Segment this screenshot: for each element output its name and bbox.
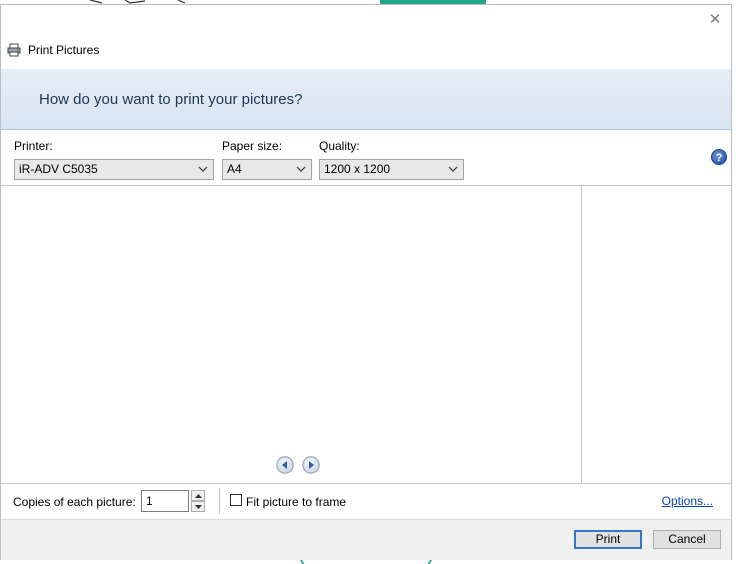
copies-label: Copies of each picture: xyxy=(13,495,136,509)
copies-input[interactable]: 1 xyxy=(141,490,189,512)
picture-preview-area xyxy=(1,186,581,483)
spin-down-icon xyxy=(195,505,202,509)
dialog-footer: Print Cancel xyxy=(1,519,731,560)
help-glyph: ? xyxy=(715,152,723,164)
fit-picture-label[interactable]: Fit picture to frame xyxy=(246,495,346,509)
cancel-button[interactable]: Cancel xyxy=(653,530,721,549)
spin-down-button[interactable] xyxy=(191,501,205,512)
title-bar: Print Pictures xyxy=(7,41,99,59)
divider xyxy=(219,488,220,514)
spin-up-icon xyxy=(195,494,202,498)
chevron-down-icon xyxy=(448,166,458,172)
chevron-down-icon xyxy=(296,166,306,172)
fit-picture-checkbox[interactable] xyxy=(230,494,242,506)
printer-icon xyxy=(7,43,21,57)
copies-stepper xyxy=(191,490,205,512)
quality-select[interactable]: 1200 x 1200 xyxy=(319,159,464,180)
copies-value: 1 xyxy=(146,494,153,508)
print-options-bar: Copies of each picture: 1 Fit picture to… xyxy=(1,484,731,519)
print-pictures-dialog: ✕ Print Pictures How do you want to prin… xyxy=(0,4,732,560)
paper-size-value: A4 xyxy=(227,162,242,176)
chevron-down-icon xyxy=(198,166,208,172)
arrow-right-icon[interactable] xyxy=(302,456,320,474)
print-settings-bar: Printer: iR-ADV C5035 Paper size: A4 Qua… xyxy=(1,130,731,186)
print-button[interactable]: Print xyxy=(574,530,642,549)
paper-size-select[interactable]: A4 xyxy=(222,159,312,180)
printer-label: Printer: xyxy=(14,139,53,153)
quality-value: 1200 x 1200 xyxy=(324,162,391,176)
options-link[interactable]: Options... xyxy=(662,494,713,508)
arrow-left-icon[interactable] xyxy=(276,456,294,474)
printer-select[interactable]: iR-ADV C5035 xyxy=(14,159,214,180)
instruction-text: How do you want to print your pictures? xyxy=(39,91,303,108)
dialog-title: Print Pictures xyxy=(28,43,100,57)
spin-up-button[interactable] xyxy=(191,490,205,501)
close-button[interactable]: ✕ xyxy=(705,11,725,29)
help-icon[interactable]: ? xyxy=(711,149,727,165)
layout-thumbnail-panel[interactable] xyxy=(582,186,731,483)
printer-value: iR-ADV C5035 xyxy=(19,162,98,176)
paper-size-label: Paper size: xyxy=(222,139,283,153)
quality-label: Quality: xyxy=(319,139,360,153)
close-icon: ✕ xyxy=(708,11,722,28)
instruction-banner: How do you want to print your pictures? xyxy=(1,69,731,130)
